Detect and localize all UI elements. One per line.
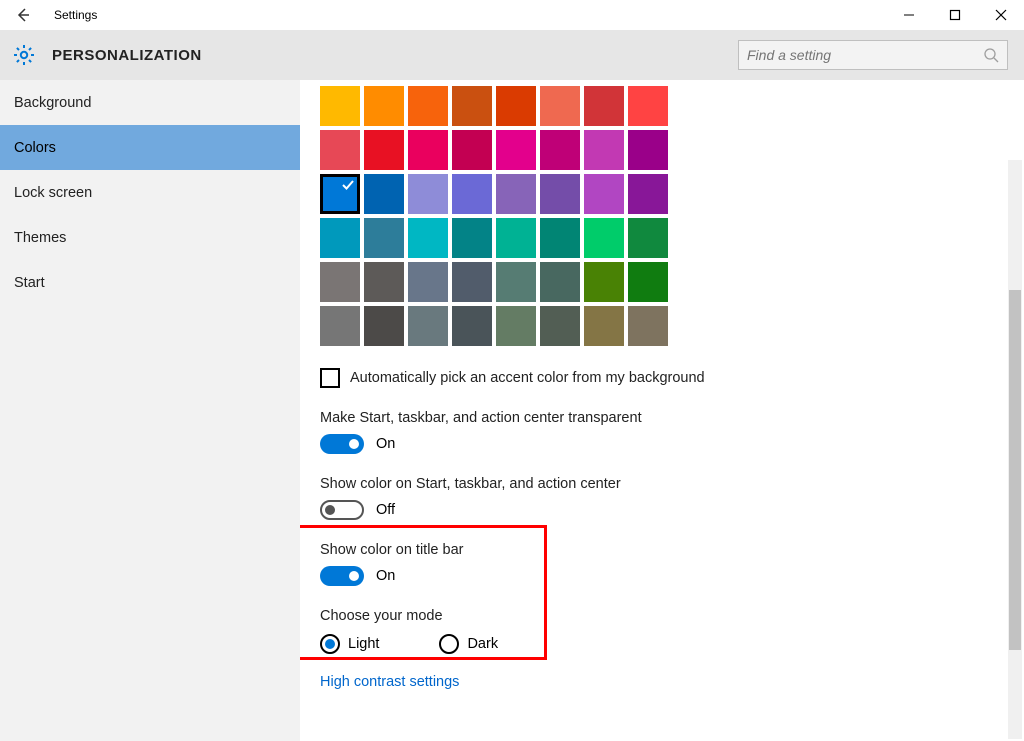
sidebar-item-colors[interactable]: Colors xyxy=(0,125,300,170)
radio-icon xyxy=(439,634,459,654)
color-swatch[interactable] xyxy=(452,130,492,170)
close-icon xyxy=(995,9,1007,21)
color-swatch[interactable] xyxy=(320,130,360,170)
color-swatch[interactable] xyxy=(408,86,448,126)
search-box[interactable] xyxy=(738,40,1008,70)
color-swatch[interactable] xyxy=(364,218,404,258)
color-swatch[interactable] xyxy=(628,86,668,126)
color-swatch[interactable] xyxy=(364,86,404,126)
color-swatch[interactable] xyxy=(584,130,624,170)
color-swatch[interactable] xyxy=(540,86,580,126)
show-color-satac-toggle[interactable] xyxy=(320,500,364,520)
color-swatch[interactable] xyxy=(584,218,624,258)
show-color-titlebar-state: On xyxy=(376,568,395,584)
color-swatch[interactable] xyxy=(452,262,492,302)
color-swatch[interactable] xyxy=(584,86,624,126)
checkmark-icon xyxy=(341,178,355,192)
color-swatch[interactable] xyxy=(540,218,580,258)
sidebar-item-lock-screen[interactable]: Lock screen xyxy=(0,170,300,215)
mode-dark-option[interactable]: Dark xyxy=(439,634,498,654)
color-swatch[interactable] xyxy=(364,306,404,346)
color-swatch[interactable] xyxy=(540,130,580,170)
accent-color-grid xyxy=(320,86,1024,346)
sidebar-item-start[interactable]: Start xyxy=(0,260,300,305)
color-swatch[interactable] xyxy=(408,130,448,170)
mode-dark-label: Dark xyxy=(467,636,498,652)
color-swatch[interactable] xyxy=(452,86,492,126)
transparent-label: Make Start, taskbar, and action center t… xyxy=(320,410,1024,426)
color-swatch[interactable] xyxy=(584,306,624,346)
scroll-thumb[interactable] xyxy=(1009,290,1021,650)
search-icon xyxy=(983,47,999,63)
color-swatch[interactable] xyxy=(628,174,668,214)
color-swatch[interactable] xyxy=(628,218,668,258)
color-swatch[interactable] xyxy=(408,306,448,346)
color-swatch[interactable] xyxy=(584,262,624,302)
maximize-icon xyxy=(949,9,961,21)
color-swatch[interactable] xyxy=(540,262,580,302)
minimize-button[interactable] xyxy=(886,0,932,30)
minimize-icon xyxy=(903,9,915,21)
color-swatch[interactable] xyxy=(320,306,360,346)
header-row: PERSONALIZATION xyxy=(0,30,1024,80)
color-swatch[interactable] xyxy=(408,174,448,214)
color-swatch[interactable] xyxy=(584,174,624,214)
color-swatch[interactable] xyxy=(320,86,360,126)
choose-mode-label: Choose your mode xyxy=(320,608,1024,624)
show-color-satac-state: Off xyxy=(376,502,395,518)
maximize-button[interactable] xyxy=(932,0,978,30)
mode-light-option[interactable]: Light xyxy=(320,634,379,654)
color-swatch[interactable] xyxy=(496,130,536,170)
color-swatch[interactable] xyxy=(320,218,360,258)
transparent-state: On xyxy=(376,436,395,452)
color-swatch[interactable] xyxy=(496,262,536,302)
color-swatch[interactable] xyxy=(364,174,404,214)
color-swatch[interactable] xyxy=(628,262,668,302)
color-swatch[interactable] xyxy=(496,218,536,258)
color-swatch[interactable] xyxy=(628,130,668,170)
color-swatch[interactable] xyxy=(320,262,360,302)
sidebar-item-themes[interactable]: Themes xyxy=(0,215,300,260)
color-swatch[interactable] xyxy=(364,130,404,170)
color-swatch[interactable] xyxy=(452,174,492,214)
window-controls xyxy=(886,0,1024,30)
auto-pick-accent-checkbox[interactable] xyxy=(320,368,340,388)
sidebar-item-background[interactable]: Background xyxy=(0,80,300,125)
radio-icon xyxy=(320,634,340,654)
sidebar: BackgroundColorsLock screenThemesStart xyxy=(0,80,300,741)
titlebar: Settings xyxy=(0,0,1024,30)
content-area: Automatically pick an accent color from … xyxy=(300,80,1024,741)
mode-light-label: Light xyxy=(348,636,379,652)
color-swatch[interactable] xyxy=(628,306,668,346)
color-swatch[interactable] xyxy=(496,306,536,346)
color-swatch[interactable] xyxy=(496,174,536,214)
color-swatch[interactable] xyxy=(408,218,448,258)
high-contrast-link[interactable]: High contrast settings xyxy=(320,674,459,690)
settings-gear-icon xyxy=(10,41,38,69)
auto-pick-accent-label: Automatically pick an accent color from … xyxy=(350,370,705,386)
search-input[interactable] xyxy=(747,47,983,63)
color-swatch[interactable] xyxy=(364,262,404,302)
color-swatch[interactable] xyxy=(452,218,492,258)
transparent-toggle[interactable] xyxy=(320,434,364,454)
color-swatch[interactable] xyxy=(408,262,448,302)
page-title: PERSONALIZATION xyxy=(52,47,202,64)
show-color-satac-label: Show color on Start, taskbar, and action… xyxy=(320,476,1024,492)
color-swatch[interactable] xyxy=(452,306,492,346)
window-title: Settings xyxy=(54,8,97,22)
color-swatch[interactable] xyxy=(496,86,536,126)
back-arrow-icon xyxy=(15,7,31,23)
back-button[interactable] xyxy=(0,0,46,30)
close-button[interactable] xyxy=(978,0,1024,30)
color-swatch[interactable] xyxy=(540,306,580,346)
color-swatch[interactable] xyxy=(320,174,360,214)
color-swatch[interactable] xyxy=(540,174,580,214)
show-color-titlebar-label: Show color on title bar xyxy=(320,542,1024,558)
vertical-scrollbar[interactable] xyxy=(1008,160,1022,739)
show-color-titlebar-toggle[interactable] xyxy=(320,566,364,586)
